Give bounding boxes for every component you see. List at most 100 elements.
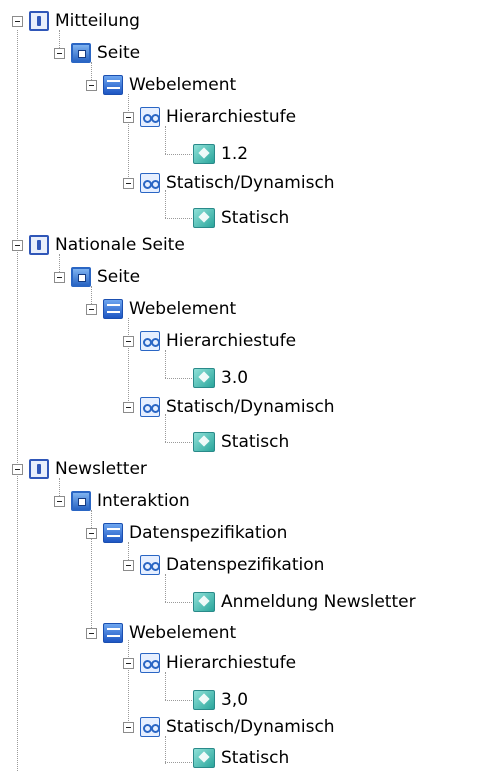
- tree-leaf[interactable]: 3.0: [193, 365, 248, 391]
- tree-leaf-label: Statisch: [221, 208, 290, 228]
- tree-node-level2[interactable]: Webelement: [86, 72, 236, 98]
- tree-node-label: Datenspezifikation: [129, 523, 288, 543]
- tree-node-label: Webelement: [129, 75, 237, 95]
- collapse-toggle-icon[interactable]: [123, 721, 134, 733]
- tree-node-label: Statisch/Dynamisch: [166, 717, 335, 737]
- collapse-toggle-icon[interactable]: [12, 15, 23, 27]
- tree-guide-line: [165, 602, 192, 603]
- tree-leaf[interactable]: Statisch: [193, 205, 289, 231]
- collapse-toggle-icon[interactable]: [86, 627, 97, 639]
- collapse-toggle-icon[interactable]: [123, 657, 134, 669]
- value-icon: [193, 208, 215, 228]
- tree-node-label: Newsletter: [55, 459, 147, 479]
- collapse-toggle-icon[interactable]: [123, 335, 134, 347]
- collapse-toggle-icon[interactable]: [86, 303, 97, 315]
- tree-node-level3[interactable]: Statisch/Dynamisch: [123, 170, 335, 196]
- tree-node-label: Nationale Seite: [55, 235, 185, 255]
- tree-node-label: Mitteilung: [55, 11, 140, 31]
- tree-node-label: Webelement: [129, 623, 237, 643]
- collapse-toggle-icon[interactable]: [54, 495, 65, 507]
- collapse-toggle-icon[interactable]: [123, 559, 134, 571]
- element-icon: [103, 299, 123, 319]
- tree-node-level2[interactable]: Datenspezifikation: [86, 520, 287, 546]
- tree-node-level3[interactable]: Statisch/Dynamisch: [123, 394, 335, 420]
- element-icon: [103, 75, 123, 95]
- page-icon: [71, 43, 91, 63]
- value-icon: [193, 144, 215, 164]
- tree-node-label: Hierarchiestufe: [166, 107, 297, 127]
- tree-leaf-label: 1.2: [221, 144, 249, 164]
- tree-node-level3[interactable]: Hierarchiestufe: [123, 650, 296, 676]
- attribute-icon: [140, 397, 160, 417]
- tree-node-label: Seite: [97, 43, 141, 63]
- tree-leaf[interactable]: Statisch: [193, 745, 289, 771]
- collapse-toggle-icon[interactable]: [12, 239, 23, 251]
- collapse-toggle-icon[interactable]: [123, 401, 134, 413]
- module-icon: [29, 459, 49, 479]
- tree-node-level1[interactable]: Seite: [54, 40, 140, 66]
- page-icon: [71, 491, 91, 511]
- value-icon: [193, 432, 215, 452]
- collapse-toggle-icon[interactable]: [123, 111, 134, 123]
- tree-node-label: Statisch/Dynamisch: [166, 397, 335, 417]
- tree-guide-line: [165, 700, 192, 701]
- tree-guide-line: [165, 574, 166, 602]
- attribute-icon: [140, 717, 160, 737]
- tree-guide-line: [165, 350, 166, 378]
- tree-node-level3[interactable]: Datenspezifikation: [123, 552, 324, 578]
- element-icon: [103, 623, 123, 643]
- tree-leaf-label: 3,0: [221, 690, 249, 710]
- tree-node-level1[interactable]: Interaktion: [54, 488, 190, 514]
- value-icon: [193, 690, 215, 710]
- tree-node-level3[interactable]: Hierarchiestufe: [123, 328, 296, 354]
- tree-guide-line: [165, 736, 166, 764]
- tree-node-level3[interactable]: Hierarchiestufe: [123, 104, 296, 130]
- tree-leaf-label: Anmeldung Newsletter: [221, 592, 416, 612]
- page-icon: [71, 267, 91, 287]
- tree-leaf[interactable]: 1.2: [193, 141, 248, 167]
- tree-guide-line: [165, 218, 192, 219]
- tree-node-label: Seite: [97, 267, 141, 287]
- tree-node-level2[interactable]: Webelement: [86, 620, 236, 646]
- collapse-toggle-icon[interactable]: [54, 47, 65, 59]
- tree-node-level0[interactable]: Mitteilung: [12, 8, 140, 34]
- tree-guide-line: [165, 762, 192, 763]
- tree-guide-line: [165, 442, 192, 443]
- tree-guide-line: [165, 154, 192, 155]
- module-icon: [29, 235, 49, 255]
- collapse-toggle-icon[interactable]: [86, 527, 97, 539]
- value-icon: [193, 748, 215, 768]
- collapse-toggle-icon[interactable]: [12, 463, 23, 475]
- tree-node-label: Interaktion: [97, 491, 190, 511]
- tree-node-level3[interactable]: Statisch/Dynamisch: [123, 714, 335, 740]
- tree-node-label: Hierarchiestufe: [166, 331, 297, 351]
- tree-leaf[interactable]: 3,0: [193, 687, 248, 713]
- attribute-icon: [140, 107, 160, 127]
- value-icon: [193, 592, 215, 612]
- collapse-toggle-icon[interactable]: [86, 79, 97, 91]
- tree-leaf[interactable]: Statisch: [193, 429, 289, 455]
- tree-node-label: Hierarchiestufe: [166, 653, 297, 673]
- tree-leaf-label: Statisch: [221, 432, 290, 452]
- tree-node-level2[interactable]: Webelement: [86, 296, 236, 322]
- attribute-icon: [140, 653, 160, 673]
- tree-node-label: Datenspezifikation: [166, 555, 325, 575]
- collapse-toggle-icon[interactable]: [54, 271, 65, 283]
- tree-node-label: Statisch/Dynamisch: [166, 173, 335, 193]
- collapse-toggle-icon[interactable]: [123, 177, 134, 189]
- attribute-icon: [140, 173, 160, 193]
- attribute-icon: [140, 331, 160, 351]
- tree-guide-line: [165, 126, 166, 154]
- tree-view: Mitteilung Seite Webelement Hierarchiest…: [0, 0, 487, 771]
- value-icon: [193, 368, 215, 388]
- tree-node-label: Webelement: [129, 299, 237, 319]
- tree-node-level0[interactable]: Nationale Seite: [12, 232, 185, 258]
- module-icon: [29, 11, 49, 31]
- element-icon: [103, 523, 123, 543]
- tree-leaf-label: Statisch: [221, 748, 290, 768]
- tree-node-level0[interactable]: Newsletter: [12, 456, 147, 482]
- tree-leaf[interactable]: Anmeldung Newsletter: [193, 589, 416, 615]
- tree-node-level1[interactable]: Seite: [54, 264, 140, 290]
- tree-guide-line: [165, 378, 192, 379]
- attribute-icon: [140, 555, 160, 575]
